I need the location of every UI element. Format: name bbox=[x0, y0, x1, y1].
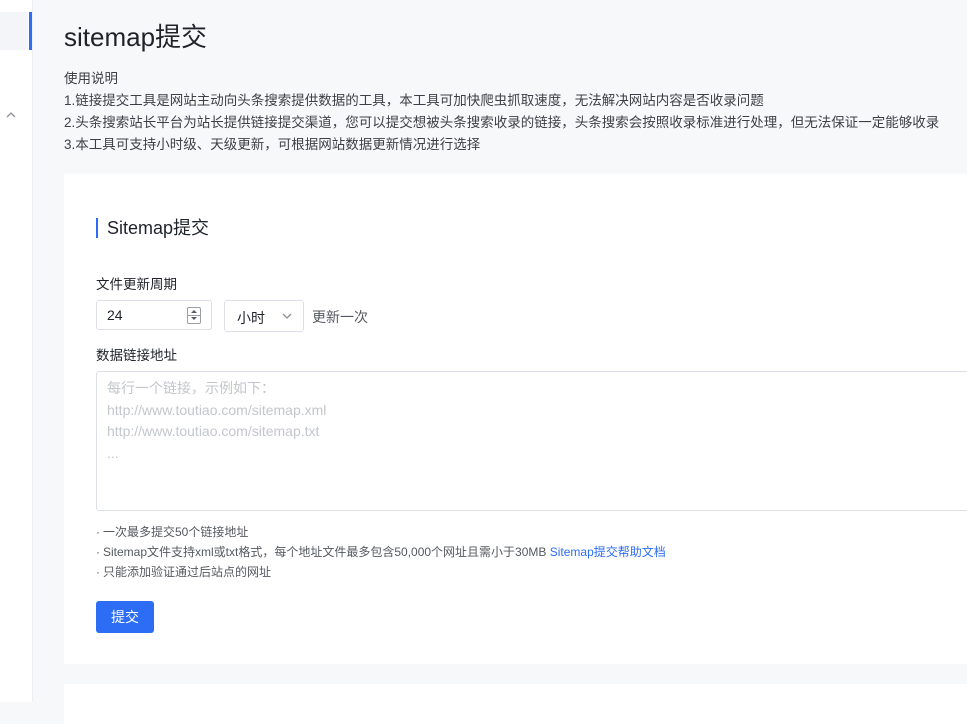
usage-item: 1.链接提交工具是网站主动向头条搜索提供数据的工具，本工具可加快爬虫抓取速度，无… bbox=[64, 93, 764, 108]
sidebar-active-item[interactable] bbox=[0, 12, 28, 50]
submit-button[interactable]: 提交 bbox=[96, 601, 154, 633]
main-content: sitemap提交 使用说明 1.链接提交工具是网站主动向头条搜索提供数据的工具… bbox=[33, 0, 967, 724]
stepper-down-button[interactable] bbox=[188, 315, 200, 322]
period-unit-select[interactable]: 小时 bbox=[224, 300, 304, 332]
sitemap-url-textarea[interactable] bbox=[96, 371, 967, 511]
number-stepper-icon[interactable] bbox=[187, 307, 201, 324]
period-unit-value: 小时 bbox=[237, 310, 265, 326]
sidebar-active-indicator bbox=[29, 12, 32, 50]
period-value: 24 bbox=[107, 307, 123, 323]
note-item: · 一次最多提交50个链接地址 bbox=[96, 525, 249, 539]
sidebar bbox=[0, 0, 33, 702]
note-item: · 只能添加验证通过后站点的网址 bbox=[96, 565, 272, 579]
usage-heading: 使用说明 bbox=[64, 71, 118, 86]
period-suffix: 更新一次 bbox=[312, 309, 368, 325]
usage-instructions: 使用说明 1.链接提交工具是网站主动向头条搜索提供数据的工具，本工具可加快爬虫抓… bbox=[64, 68, 967, 156]
chevron-up-icon[interactable] bbox=[4, 108, 18, 122]
page-title: sitemap提交 bbox=[64, 22, 208, 52]
usage-item: 3.本工具可支持小时级、天级更新，可根据网站数据更新情况进行选择 bbox=[64, 137, 481, 152]
secondary-card bbox=[64, 684, 967, 724]
url-label: 数据链接地址 bbox=[96, 348, 177, 363]
sitemap-form-card: Sitemap提交 文件更新周期 24 小时 更新一次 数据链接地址 ·一次 bbox=[64, 174, 967, 664]
note-item: · Sitemap文件支持xml或txt格式，每个地址文件最多包含50,000个网… bbox=[96, 545, 666, 559]
usage-item: 2.头条搜索站长平台为站长提供链接提交渠道，您可以提交想被头条搜索收录的链接，头… bbox=[64, 115, 940, 130]
help-doc-link[interactable]: Sitemap提交帮助文档 bbox=[550, 545, 666, 559]
section-title: Sitemap提交 bbox=[96, 218, 209, 238]
period-number-input[interactable]: 24 bbox=[96, 300, 212, 330]
chevron-down-icon bbox=[282, 313, 292, 319]
period-label: 文件更新周期 bbox=[96, 277, 177, 292]
notes-list: · 一次最多提交50个链接地址 · Sitemap文件支持xml或txt格式，每个地… bbox=[96, 522, 666, 582]
